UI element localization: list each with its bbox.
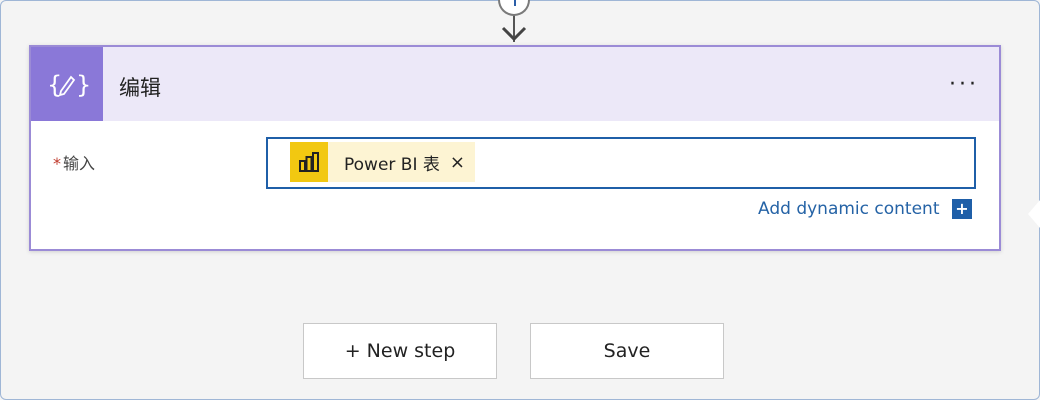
- add-dynamic-content-plus-icon[interactable]: +: [952, 199, 972, 219]
- add-dynamic-content-link[interactable]: Add dynamic content: [758, 199, 939, 219]
- plus-icon: [513, 0, 516, 6]
- arrow-down-icon: [501, 26, 527, 42]
- token-remove-icon[interactable]: ×: [450, 152, 465, 173]
- card-title[interactable]: 编辑: [119, 72, 161, 102]
- required-marker: *: [53, 154, 61, 173]
- dynamic-token[interactable]: Power BI 表 ×: [290, 142, 475, 182]
- token-label: Power BI 表: [344, 154, 440, 175]
- svg-text:}: }: [76, 71, 89, 99]
- more-options-button[interactable]: ···: [949, 72, 979, 97]
- save-button[interactable]: Save: [530, 323, 724, 379]
- input-field[interactable]: Power BI 表 ×: [266, 137, 976, 189]
- card-header[interactable]: { } 编辑 ···: [31, 47, 999, 121]
- new-step-button[interactable]: + New step: [303, 323, 497, 379]
- panel-caret: [1028, 200, 1040, 228]
- input-field-label: * 输入: [53, 154, 96, 173]
- compose-action-card: { } 编辑 ··· *输入 Power BI 表 × Add dynamic …: [29, 45, 1001, 251]
- power-bi-icon: [290, 142, 328, 182]
- code-braces-icon: { }: [31, 47, 103, 121]
